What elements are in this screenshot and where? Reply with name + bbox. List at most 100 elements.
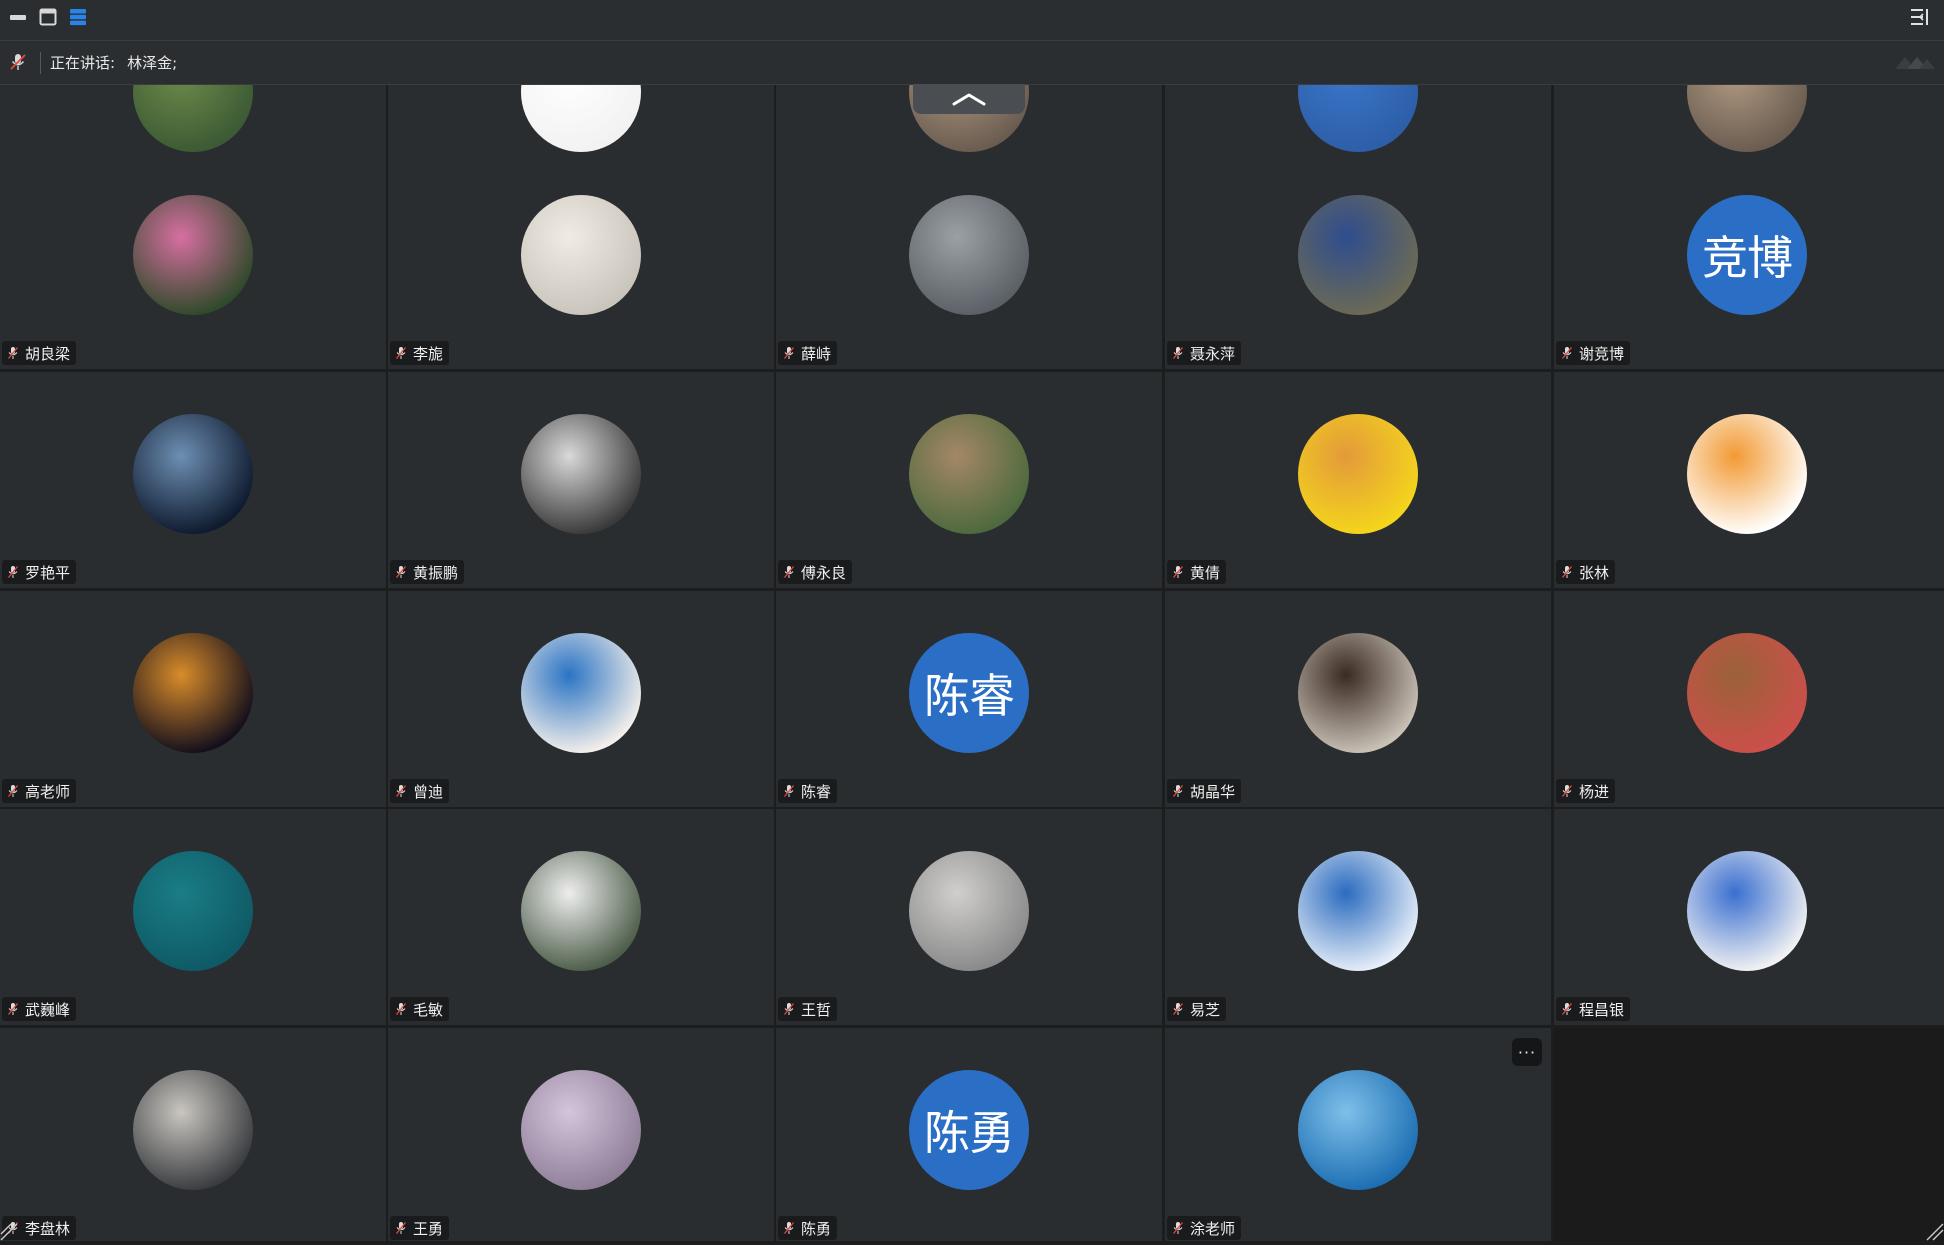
participant-name: 罗艳平 (25, 563, 71, 582)
mic-icon (6, 565, 20, 579)
participant-name: 黄振鹏 (413, 563, 459, 582)
avatar (909, 851, 1029, 971)
avatar (1298, 633, 1418, 753)
participant-nameplate: 王哲 (778, 997, 838, 1021)
avatar: 陈勇 (909, 1070, 1029, 1190)
resize-handle-left[interactable] (0, 1223, 18, 1241)
participant-nameplate: 黄倩 (1167, 560, 1227, 584)
participant-tile[interactable]: 王哲 (776, 809, 1162, 1025)
participant-tile[interactable]: 程昌银 (1554, 809, 1944, 1025)
participant-name: 黄倩 (1190, 563, 1221, 582)
participant-name: 谢竞博 (1579, 344, 1625, 363)
list-view-icon[interactable] (68, 7, 88, 27)
divider (40, 52, 41, 74)
avatar (1687, 85, 1807, 152)
avatar (521, 633, 641, 753)
participant-nameplate: 胡良梁 (2, 341, 77, 365)
participant-nameplate: 罗艳平 (2, 560, 77, 584)
avatar (1298, 1070, 1418, 1190)
participant-name: 毛敏 (413, 1000, 444, 1019)
mic-muted-icon[interactable] (8, 52, 28, 72)
participant-tile[interactable]: 武巍峰 (0, 809, 386, 1025)
participant-tile[interactable]: 曾迪 (388, 591, 774, 807)
mic-icon (1171, 346, 1185, 360)
participant-tile[interactable]: 傅永良 (776, 372, 1162, 588)
participant-nameplate: 高老师 (2, 779, 77, 803)
mic-icon (6, 1002, 20, 1016)
participant-tile[interactable]: 薛峙 (776, 153, 1162, 369)
participant-tile[interactable]: 毛敏 (388, 809, 774, 1025)
participant-name: 傅永良 (801, 563, 847, 582)
participant-tile[interactable]: 聂永萍 (1165, 153, 1551, 369)
participant-tile[interactable]: 罗艳平 (0, 372, 386, 588)
participant-tile[interactable]: 李盘林 (0, 1028, 386, 1241)
participant-nameplate: 武巍峰 (2, 997, 77, 1021)
participant-nameplate: 黄振鹏 (390, 560, 465, 584)
speaking-bar: 正在讲话: 林泽金; (0, 41, 1944, 85)
participant-nameplate: 张林 (1556, 560, 1616, 584)
participant-tile[interactable]: 陈勇 陈勇 (776, 1028, 1162, 1241)
collapse-toolbar-button[interactable] (913, 84, 1025, 114)
avatar (1298, 851, 1418, 971)
participant-name: 高老师 (25, 782, 71, 801)
participant-nameplate: 涂老师 (1167, 1216, 1242, 1240)
participant-name: 陈勇 (801, 1219, 832, 1238)
participant-name: 易芝 (1190, 1000, 1221, 1019)
participant-tile[interactable]: 张林 (1554, 372, 1944, 588)
participant-tile[interactable]: 胡晶华 (1165, 591, 1551, 807)
participant-tile[interactable]: 杨进 (1554, 591, 1944, 807)
participant-tile[interactable]: 易芝 (1165, 809, 1551, 1025)
participant-name: 武巍峰 (25, 1000, 71, 1019)
participant-name: 薛峙 (801, 344, 832, 363)
participant-tile[interactable]: 胡良梁 (0, 153, 386, 369)
mic-icon (6, 346, 20, 360)
participant-name: 涂老师 (1190, 1219, 1236, 1238)
participant-nameplate: 王勇 (390, 1216, 450, 1240)
participant-nameplate: 谢竞博 (1556, 341, 1631, 365)
avatar (133, 1070, 253, 1190)
chevron-up-icon (952, 92, 986, 106)
avatar (133, 195, 253, 315)
participant-nameplate: 傅永良 (778, 560, 853, 584)
resize-handle-right[interactable] (1926, 1223, 1944, 1241)
mic-icon (782, 346, 796, 360)
participant-nameplate: 曾迪 (390, 779, 450, 803)
participant-tile[interactable]: 黄振鹏 (388, 372, 774, 588)
avatar (133, 85, 253, 152)
participant-name: 张林 (1579, 563, 1610, 582)
mic-icon (1171, 565, 1185, 579)
window-icon[interactable] (38, 7, 58, 27)
participant-nameplate: 易芝 (1167, 997, 1227, 1021)
avatar (1298, 195, 1418, 315)
participant-tile[interactable]: 黄倩 (1165, 372, 1551, 588)
avatar (521, 414, 641, 534)
sidebar-toggle-icon[interactable] (1910, 7, 1930, 27)
avatar (1687, 851, 1807, 971)
avatar (133, 633, 253, 753)
mic-icon (1171, 1221, 1185, 1235)
mic-icon (394, 346, 408, 360)
participant-nameplate: 杨进 (1556, 779, 1616, 803)
participant-tile[interactable]: 李旎 (388, 153, 774, 369)
participant-tile[interactable]: 高老师 (0, 591, 386, 807)
mic-icon (1171, 1002, 1185, 1016)
mic-icon (1560, 346, 1574, 360)
minimize-icon[interactable] (8, 7, 28, 27)
mic-icon (782, 1221, 796, 1235)
participant-tile[interactable]: 王勇 (388, 1028, 774, 1241)
participant-tile[interactable]: 涂老师 ··· (1165, 1028, 1551, 1241)
mic-icon (782, 565, 796, 579)
mic-icon (1560, 1002, 1574, 1016)
avatar (1298, 414, 1418, 534)
participant-tile[interactable]: 陈睿 陈睿 (776, 591, 1162, 807)
participant-nameplate: 陈睿 (778, 779, 838, 803)
mic-icon (394, 1221, 408, 1235)
participant-nameplate: 陈勇 (778, 1216, 838, 1240)
speaking-label: 正在讲话: (50, 54, 116, 72)
avatar: 竞博 (1687, 195, 1807, 315)
avatar: 陈睿 (909, 633, 1029, 753)
participant-name: 陈睿 (801, 782, 832, 801)
tile-more-menu-button[interactable]: ··· (1512, 1038, 1542, 1066)
participant-tile[interactable]: 竞博谢竞博 (1554, 153, 1944, 369)
speaking-name: 林泽金; (127, 54, 178, 72)
